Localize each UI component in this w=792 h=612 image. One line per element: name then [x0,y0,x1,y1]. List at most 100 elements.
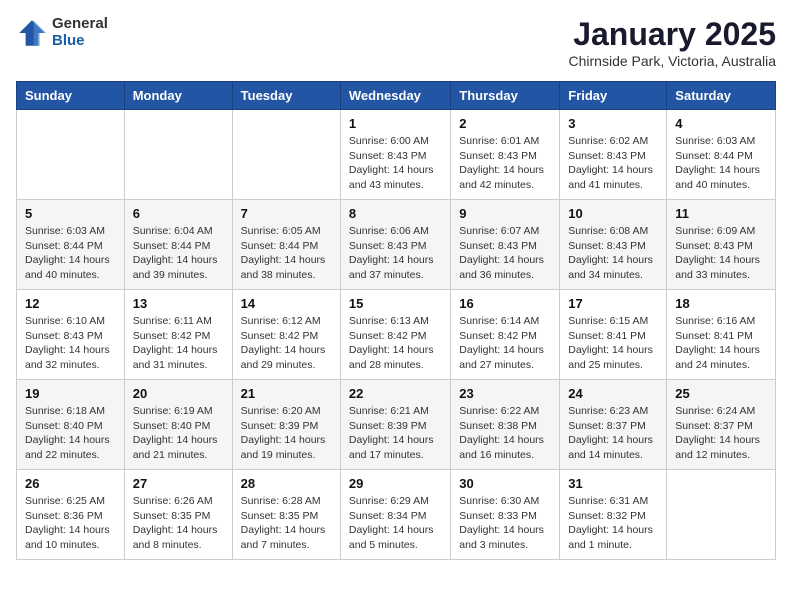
day-header-thursday: Thursday [451,82,560,110]
day-number: 18 [675,296,767,311]
day-number: 14 [241,296,332,311]
day-number: 3 [568,116,658,131]
day-number: 8 [349,206,442,221]
day-info: Sunrise: 6:08 AMSunset: 8:43 PMDaylight:… [568,224,658,283]
day-info: Sunrise: 6:06 AMSunset: 8:43 PMDaylight:… [349,224,442,283]
day-info: Sunrise: 6:12 AMSunset: 8:42 PMDaylight:… [241,314,332,373]
calendar-cell: 20 Sunrise: 6:19 AMSunset: 8:40 PMDayligh… [124,380,232,470]
calendar-week-1: 1 Sunrise: 6:00 AMSunset: 8:43 PMDaylight… [17,110,776,200]
day-number: 25 [675,386,767,401]
calendar-table: SundayMondayTuesdayWednesdayThursdayFrid… [16,81,776,560]
calendar-cell: 17 Sunrise: 6:15 AMSunset: 8:41 PMDayligh… [560,290,667,380]
calendar-week-2: 5 Sunrise: 6:03 AMSunset: 8:44 PMDaylight… [17,200,776,290]
calendar-cell: 1 Sunrise: 6:00 AMSunset: 8:43 PMDaylight… [340,110,450,200]
calendar-cell [667,470,776,560]
month-title: January 2025 [569,16,777,53]
day-info: Sunrise: 6:05 AMSunset: 8:44 PMDaylight:… [241,224,332,283]
calendar-cell: 9 Sunrise: 6:07 AMSunset: 8:43 PMDaylight… [451,200,560,290]
calendar-header-row: SundayMondayTuesdayWednesdayThursdayFrid… [17,82,776,110]
day-info: Sunrise: 6:02 AMSunset: 8:43 PMDaylight:… [568,134,658,193]
calendar-week-5: 26 Sunrise: 6:25 AMSunset: 8:36 PMDayligh… [17,470,776,560]
calendar-cell: 24 Sunrise: 6:23 AMSunset: 8:37 PMDayligh… [560,380,667,470]
day-info: Sunrise: 6:00 AMSunset: 8:43 PMDaylight:… [349,134,442,193]
day-info: Sunrise: 6:03 AMSunset: 8:44 PMDaylight:… [675,134,767,193]
title-section: January 2025 Chirnside Park, Victoria, A… [569,16,777,69]
calendar-cell: 27Sunrise: 6:26 AMSunset: 8:35 PMDayligh… [124,470,232,560]
day-number: 12 [25,296,116,311]
calendar-cell: 19 Sunrise: 6:18 AMSunset: 8:40 PMDayligh… [17,380,125,470]
day-number: 20 [133,386,224,401]
day-info: Sunrise: 6:04 AMSunset: 8:44 PMDaylight:… [133,224,224,283]
day-number: 16 [459,296,551,311]
day-info: Sunrise: 6:25 AMSunset: 8:36 PMDaylight:… [25,494,116,553]
day-info: Sunrise: 6:29 AMSunset: 8:34 PMDaylight:… [349,494,442,553]
day-number: 4 [675,116,767,131]
day-info: Sunrise: 6:07 AMSunset: 8:43 PMDaylight:… [459,224,551,283]
day-number: 9 [459,206,551,221]
day-number: 5 [25,206,116,221]
day-info: Sunrise: 6:15 AMSunset: 8:41 PMDaylight:… [568,314,658,373]
logo-blue: Blue [52,33,108,50]
day-header-saturday: Saturday [667,82,776,110]
day-number: 7 [241,206,332,221]
day-number: 19 [25,386,116,401]
day-info: Sunrise: 6:26 AMSunset: 8:35 PMDaylight:… [133,494,224,553]
day-info: Sunrise: 6:14 AMSunset: 8:42 PMDaylight:… [459,314,551,373]
day-number: 2 [459,116,551,131]
calendar-cell: 22 Sunrise: 6:21 AMSunset: 8:39 PMDayligh… [340,380,450,470]
day-info: Sunrise: 6:11 AMSunset: 8:42 PMDaylight:… [133,314,224,373]
calendar-cell: 16 Sunrise: 6:14 AMSunset: 8:42 PMDayligh… [451,290,560,380]
day-number: 29 [349,476,442,491]
day-number: 17 [568,296,658,311]
day-number: 10 [568,206,658,221]
day-info: Sunrise: 6:28 AMSunset: 8:35 PMDaylight:… [241,494,332,553]
calendar-cell: 23Sunrise: 6:22 AMSunset: 8:38 PMDayligh… [451,380,560,470]
calendar-cell: 10 Sunrise: 6:08 AMSunset: 8:43 PMDayligh… [560,200,667,290]
calendar-cell: 31 Sunrise: 6:31 AMSunset: 8:32 PMDayligh… [560,470,667,560]
day-info: Sunrise: 6:01 AMSunset: 8:43 PMDaylight:… [459,134,551,193]
day-number: 13 [133,296,224,311]
day-number: 30 [459,476,551,491]
calendar-cell: 29 Sunrise: 6:29 AMSunset: 8:34 PMDayligh… [340,470,450,560]
day-number: 11 [675,206,767,221]
day-info: Sunrise: 6:09 AMSunset: 8:43 PMDaylight:… [675,224,767,283]
day-info: Sunrise: 6:03 AMSunset: 8:44 PMDaylight:… [25,224,116,283]
logo-icon [16,17,48,49]
day-number: 21 [241,386,332,401]
day-header-sunday: Sunday [17,82,125,110]
day-number: 1 [349,116,442,131]
day-header-wednesday: Wednesday [340,82,450,110]
day-number: 22 [349,386,442,401]
logo-general: General [52,16,108,33]
day-number: 31 [568,476,658,491]
day-info: Sunrise: 6:31 AMSunset: 8:32 PMDaylight:… [568,494,658,553]
calendar-cell [232,110,340,200]
calendar-cell: 13 Sunrise: 6:11 AMSunset: 8:42 PMDayligh… [124,290,232,380]
day-info: Sunrise: 6:19 AMSunset: 8:40 PMDaylight:… [133,404,224,463]
day-info: Sunrise: 6:10 AMSunset: 8:43 PMDaylight:… [25,314,116,373]
calendar-cell: 11 Sunrise: 6:09 AMSunset: 8:43 PMDayligh… [667,200,776,290]
calendar-cell: 12 Sunrise: 6:10 AMSunset: 8:43 PMDayligh… [17,290,125,380]
logo: General Blue [16,16,108,49]
logo-text: General Blue [52,16,108,49]
day-number: 26 [25,476,116,491]
day-info: Sunrise: 6:22 AMSunset: 8:38 PMDaylight:… [459,404,551,463]
day-header-monday: Monday [124,82,232,110]
calendar-cell: 28Sunrise: 6:28 AMSunset: 8:35 PMDayligh… [232,470,340,560]
day-info: Sunrise: 6:18 AMSunset: 8:40 PMDaylight:… [25,404,116,463]
calendar-cell: 18Sunrise: 6:16 AMSunset: 8:41 PMDayligh… [667,290,776,380]
calendar-cell: 21Sunrise: 6:20 AMSunset: 8:39 PMDayligh… [232,380,340,470]
calendar-cell: 26 Sunrise: 6:25 AMSunset: 8:36 PMDayligh… [17,470,125,560]
calendar-week-3: 12 Sunrise: 6:10 AMSunset: 8:43 PMDayligh… [17,290,776,380]
calendar-cell [17,110,125,200]
calendar-cell: 7 Sunrise: 6:05 AMSunset: 8:44 PMDaylight… [232,200,340,290]
day-info: Sunrise: 6:23 AMSunset: 8:37 PMDaylight:… [568,404,658,463]
calendar-cell: 25 Sunrise: 6:24 AMSunset: 8:37 PMDayligh… [667,380,776,470]
day-info: Sunrise: 6:24 AMSunset: 8:37 PMDaylight:… [675,404,767,463]
day-number: 24 [568,386,658,401]
calendar-cell: 3 Sunrise: 6:02 AMSunset: 8:43 PMDaylight… [560,110,667,200]
day-info: Sunrise: 6:21 AMSunset: 8:39 PMDaylight:… [349,404,442,463]
page-header: General Blue January 2025 Chirnside Park… [16,16,776,69]
day-number: 6 [133,206,224,221]
calendar-cell [124,110,232,200]
